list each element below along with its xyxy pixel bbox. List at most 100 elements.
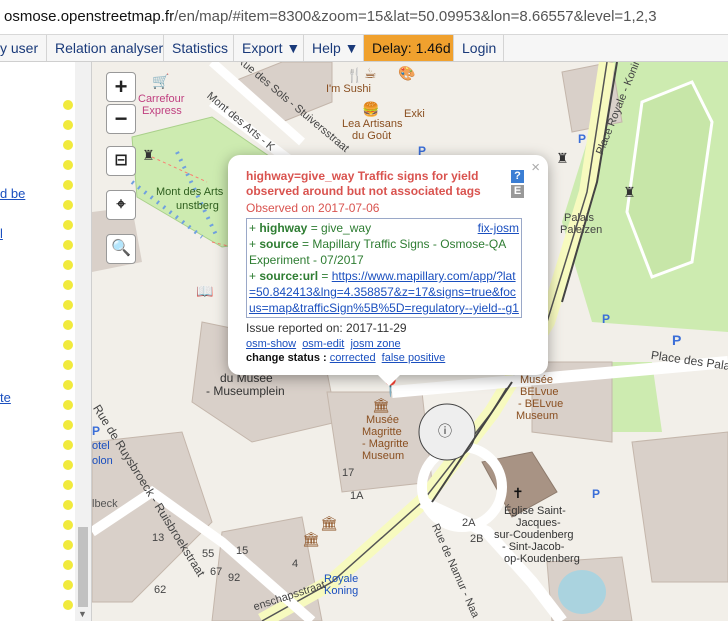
- map-canvas[interactable]: + − ⊟ ⌖ 🔍 Rue des Sols - Stuiversstraat …: [92, 62, 728, 621]
- sidebar-link[interactable]: l: [0, 226, 3, 241]
- church-icon: ✝: [512, 485, 524, 501]
- false-positive-link[interactable]: false positive: [382, 352, 446, 364]
- scrollbar-thumb[interactable]: [78, 527, 88, 607]
- josm-zone-link[interactable]: josm zone: [350, 338, 400, 350]
- issue-title: highway=give_way Traffic signs for yield…: [246, 169, 481, 198]
- level-marker[interactable]: [63, 480, 73, 490]
- house-number: 13: [152, 532, 165, 544]
- poi-label: du Goût: [352, 130, 392, 142]
- level-marker[interactable]: [63, 280, 73, 290]
- tag-key: source:url: [259, 269, 319, 283]
- help-icon[interactable]: ?: [511, 170, 524, 183]
- house-number: 62: [154, 584, 167, 596]
- menu-relation-analyser[interactable]: Relation analyser: [47, 35, 164, 61]
- level-marker[interactable]: [63, 120, 73, 130]
- level-marker[interactable]: [63, 380, 73, 390]
- park-label: unstberg: [176, 200, 219, 212]
- poi-label: Museum: [516, 410, 559, 422]
- level-marker[interactable]: [63, 200, 73, 210]
- osm-edit-link[interactable]: osm-edit: [302, 338, 344, 350]
- corrected-link[interactable]: corrected: [330, 352, 376, 364]
- zoom-in-button[interactable]: +: [106, 72, 136, 102]
- tag-sep: =: [318, 269, 332, 283]
- address-bar[interactable]: osmose.openstreetmap.fr/en/map/#item=830…: [0, 0, 728, 35]
- cafe-icon: ☕: [364, 65, 377, 81]
- search-button[interactable]: 🔍: [106, 234, 136, 264]
- level-marker[interactable]: [63, 220, 73, 230]
- poi-label: Paleizen: [560, 224, 603, 236]
- level-marker[interactable]: [63, 560, 73, 570]
- layers-button[interactable]: ⊟: [106, 146, 136, 176]
- level-marker[interactable]: [63, 140, 73, 150]
- tag-row: + source = Mapillary Traffic Signs - Osm…: [249, 236, 519, 268]
- scroll-down-arrow-icon[interactable]: ▼: [78, 609, 87, 619]
- delay-badge: Delay: 1.46d: [364, 35, 454, 61]
- level-marker[interactable]: [63, 100, 73, 110]
- library-icon: 📖: [196, 283, 214, 299]
- level-marker[interactable]: [63, 520, 73, 530]
- sidebar-link[interactable]: te: [0, 390, 11, 405]
- close-icon[interactable]: ×: [531, 159, 540, 176]
- fix-josm-link[interactable]: fix-josm: [478, 220, 519, 236]
- info-icon: ⓘ: [438, 423, 452, 439]
- osm-show-link[interactable]: osm-show: [246, 338, 296, 350]
- level-marker[interactable]: [63, 260, 73, 270]
- zoom-out-button[interactable]: −: [106, 104, 136, 134]
- shop-icon: 🛒: [152, 73, 170, 89]
- status-label: change status :: [246, 352, 327, 364]
- parking-icon: P: [578, 132, 587, 146]
- house-number: 17: [342, 467, 355, 479]
- level-marker[interactable]: [63, 580, 73, 590]
- menu-export[interactable]: Export ▼: [234, 35, 304, 61]
- poi-label: Museum: [362, 450, 405, 462]
- locate-button[interactable]: ⌖: [106, 190, 136, 220]
- parking-icon: P: [592, 487, 601, 501]
- level-marker[interactable]: [63, 440, 73, 450]
- menu-statistics[interactable]: Statistics: [164, 35, 234, 61]
- level-marker[interactable]: [63, 360, 73, 370]
- url-text[interactable]: osmose.openstreetmap.fr/en/map/#item=830…: [4, 8, 657, 25]
- observed-date: Observed on 2017-07-06: [246, 201, 380, 215]
- house-number: 2B: [470, 533, 484, 545]
- house-number: 15: [236, 545, 249, 557]
- level-marker[interactable]: [63, 540, 73, 550]
- statue-icon: ♜: [623, 184, 636, 200]
- poi-label: - Sint-Jacob-: [502, 541, 565, 553]
- museum-icon: 🏛: [320, 515, 338, 531]
- edit-badge-icon[interactable]: E: [511, 185, 524, 198]
- level-marker[interactable]: [63, 600, 73, 610]
- tag-prefix: +: [249, 237, 260, 251]
- popup-tip: [378, 375, 400, 386]
- menu-help[interactable]: Help ▼: [304, 35, 364, 61]
- level-marker[interactable]: [63, 420, 73, 430]
- poi-label: op-Koudenberg: [504, 553, 580, 565]
- level-marker[interactable]: [63, 340, 73, 350]
- level-marker[interactable]: [63, 300, 73, 310]
- level-marker[interactable]: [63, 500, 73, 510]
- park-label: Mont des Arts: [156, 186, 224, 198]
- poi-label: Musée: [520, 374, 554, 386]
- museum-icon: 🏛: [372, 397, 390, 413]
- sidebar-link[interactable]: d be: [0, 186, 25, 201]
- poi-label: Jacques-: [516, 517, 561, 529]
- url-host: osmose.openstreetmap.fr: [4, 8, 175, 25]
- level-marker[interactable]: [63, 180, 73, 190]
- menu-by-user[interactable]: y user: [0, 35, 47, 61]
- poi-label: lbeck: [92, 498, 118, 510]
- menu-login[interactable]: Login: [454, 35, 504, 61]
- parking-icon: P: [672, 332, 682, 348]
- tag-prefix: +: [249, 221, 260, 235]
- art-shop-icon: 🎨: [398, 65, 416, 81]
- level-marker[interactable]: [63, 460, 73, 470]
- level-marker[interactable]: [63, 320, 73, 330]
- poi-label: olon: [92, 455, 113, 467]
- level-marker[interactable]: [63, 160, 73, 170]
- url-path: /en/map/#item=8300&zoom=15&lat=50.09953&…: [174, 8, 657, 25]
- house-number: 4: [292, 558, 299, 570]
- parking-icon: P: [602, 312, 611, 326]
- level-marker[interactable]: [63, 240, 73, 250]
- sidebar-scrollbar[interactable]: ▼: [75, 62, 91, 621]
- poi-label: Lea Artisans: [342, 118, 403, 130]
- menu-bar: y user Relation analyser Statistics Expo…: [0, 35, 728, 62]
- level-marker[interactable]: [63, 400, 73, 410]
